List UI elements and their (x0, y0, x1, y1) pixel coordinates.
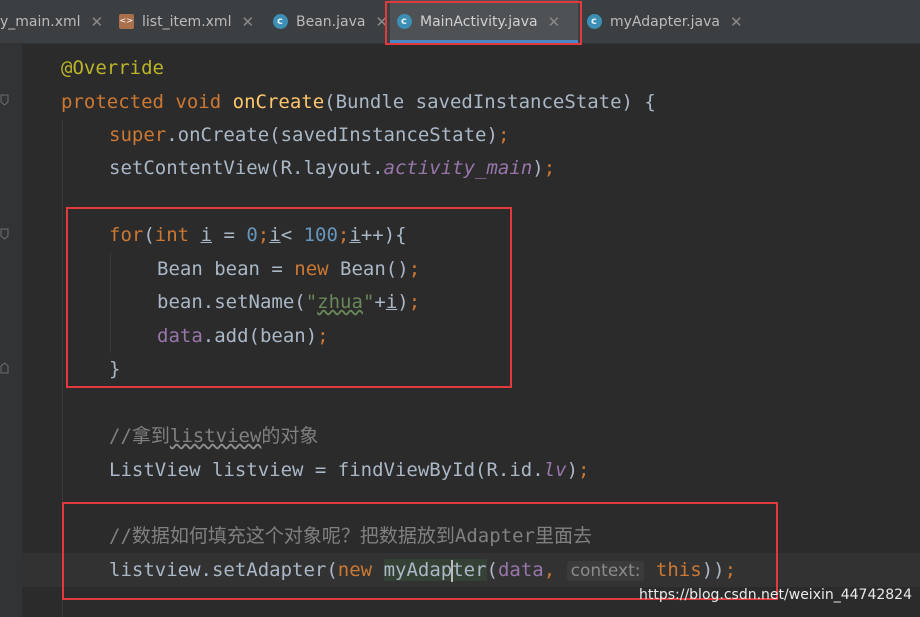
semicolon: ; (543, 157, 556, 179)
keyword: super (109, 124, 167, 146)
highlight-box-for-loop (66, 207, 512, 388)
highlight-box-set-adapter (62, 502, 778, 600)
close-icon[interactable]: ✕ (730, 13, 743, 31)
static-field: lv (543, 459, 567, 481)
close-icon[interactable]: ✕ (91, 13, 104, 31)
close-icon[interactable]: ✕ (241, 13, 254, 31)
tab-label: list_item.xml (142, 13, 232, 30)
fold-marker-icon[interactable] (0, 94, 9, 106)
code-text: setContentView(R.layout. (109, 157, 384, 179)
fold-end-marker-icon[interactable] (0, 362, 9, 374)
code-text: ListView listview = findViewById(R.id. (109, 459, 544, 481)
watermark: https://blog.csdn.net/weixin_44742824 (638, 587, 912, 603)
code-line-4: setContentView(R.layout.activity_main); (109, 152, 555, 185)
java-class-icon: c (586, 14, 602, 30)
code-text: ) (532, 157, 544, 179)
editor-gutter (0, 44, 22, 617)
tab-activity-main-xml[interactable]: y_main.xml ✕ (0, 0, 106, 43)
code-text: (Bundle savedInstanceState) { (324, 91, 656, 113)
code-text: .onCreate(savedInstanceState) (166, 124, 498, 146)
tab-label: y_main.xml (0, 13, 81, 30)
highlight-box-active-tab (385, 1, 582, 45)
tab-bean-java[interactable]: c Bean.java ✕ (266, 0, 390, 43)
semicolon: ; (497, 124, 510, 146)
code-line-10: //拿到listview的对象 (109, 420, 318, 453)
code-line-11: ListView listview = findViewById(R.id.lv… (109, 454, 589, 487)
tab-label: Bean.java (296, 13, 366, 30)
fold-marker-icon[interactable] (0, 228, 9, 240)
comment: listview (169, 425, 262, 447)
tab-label: myAdapter.java (610, 13, 720, 30)
java-class-icon: c (272, 14, 288, 30)
method-name: onCreate (232, 91, 325, 113)
tab-list-item-xml[interactable]: list_item.xml ✕ (112, 0, 264, 43)
comment: 的对象 (261, 425, 319, 447)
static-field: activity_main (383, 157, 533, 179)
annotation: @Override (61, 57, 164, 79)
code-line-3: super.onCreate(savedInstanceState); (109, 119, 509, 152)
code-line-2: protected void onCreate(Bundle savedInst… (61, 86, 656, 119)
tab-myadapter-java[interactable]: c myAdapter.java ✕ (580, 0, 750, 43)
xml-file-icon (118, 14, 134, 30)
code-line-1: @Override (61, 52, 164, 85)
code-text: ) (566, 459, 579, 481)
keyword: protected (61, 91, 164, 113)
semicolon: ; (578, 459, 590, 481)
keyword: void (175, 91, 222, 113)
comment: //拿到 (109, 425, 170, 447)
